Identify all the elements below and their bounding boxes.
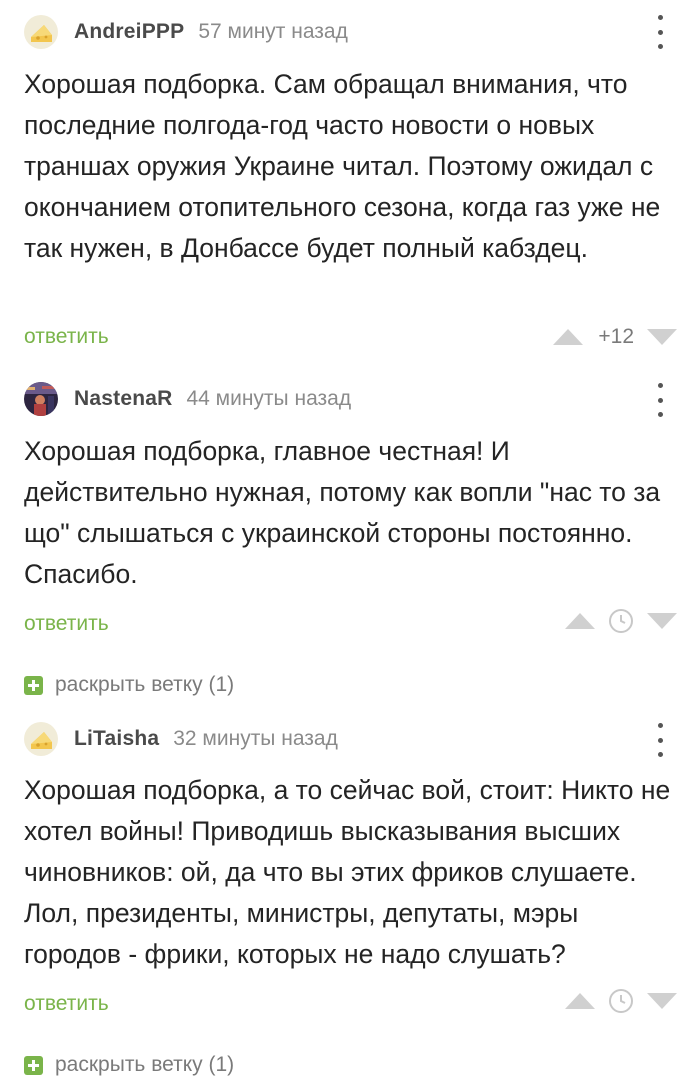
expand-thread-label[interactable]: раскрыть ветку (1): [55, 1053, 234, 1077]
username[interactable]: LiTaisha: [74, 727, 159, 751]
avatar[interactable]: [24, 15, 58, 49]
reply-button[interactable]: ответить: [24, 325, 109, 349]
username[interactable]: AndreiPPP: [74, 20, 184, 44]
expand-thread-button[interactable]: раскрыть ветку (1): [24, 670, 234, 700]
timestamp[interactable]: 44 минуты назад: [186, 387, 351, 411]
clock-icon: [609, 609, 633, 633]
upvote-icon[interactable]: [564, 992, 596, 1010]
clock-icon: [609, 989, 633, 1013]
downvote-icon[interactable]: [646, 992, 678, 1010]
reply-button[interactable]: ответить: [24, 612, 109, 636]
upvote-icon[interactable]: [552, 328, 584, 346]
comment-header: AndreiPPP 57 минут назад: [24, 14, 348, 50]
comment-header: LiTaisha 32 минуты назад: [24, 721, 338, 757]
reply-button[interactable]: ответить: [24, 992, 109, 1016]
username[interactable]: NastenaR: [74, 387, 172, 411]
expand-thread-label[interactable]: раскрыть ветку (1): [55, 673, 234, 697]
rating-score: +12: [598, 325, 634, 348]
timestamp[interactable]: 57 минут назад: [198, 20, 348, 44]
timestamp[interactable]: 32 минуты назад: [173, 727, 338, 751]
plus-icon: [24, 675, 43, 695]
more-options-icon[interactable]: [656, 383, 664, 417]
vote-controls: +12: [552, 322, 678, 352]
more-options-icon[interactable]: [656, 723, 664, 757]
avatar[interactable]: [24, 722, 58, 756]
comment-text: Хорошая подборка, а то сейчас вой, стоит…: [24, 775, 671, 969]
vote-controls: [564, 606, 678, 636]
vote-controls: [564, 986, 678, 1016]
avatar[interactable]: [24, 382, 58, 416]
comment-text: Хорошая подборка, главное честная! И дей…: [24, 436, 661, 589]
upvote-icon[interactable]: [564, 612, 596, 630]
comment-header: NastenaR 44 минуты назад: [24, 381, 351, 417]
more-options-icon[interactable]: [656, 15, 664, 49]
expand-thread-button[interactable]: раскрыть ветку (1): [24, 1050, 234, 1080]
downvote-icon[interactable]: [646, 328, 678, 346]
comment-text: Хорошая подборка. Сам обращал внимания, …: [24, 69, 661, 263]
plus-icon: [24, 1055, 43, 1075]
downvote-icon[interactable]: [646, 612, 678, 630]
